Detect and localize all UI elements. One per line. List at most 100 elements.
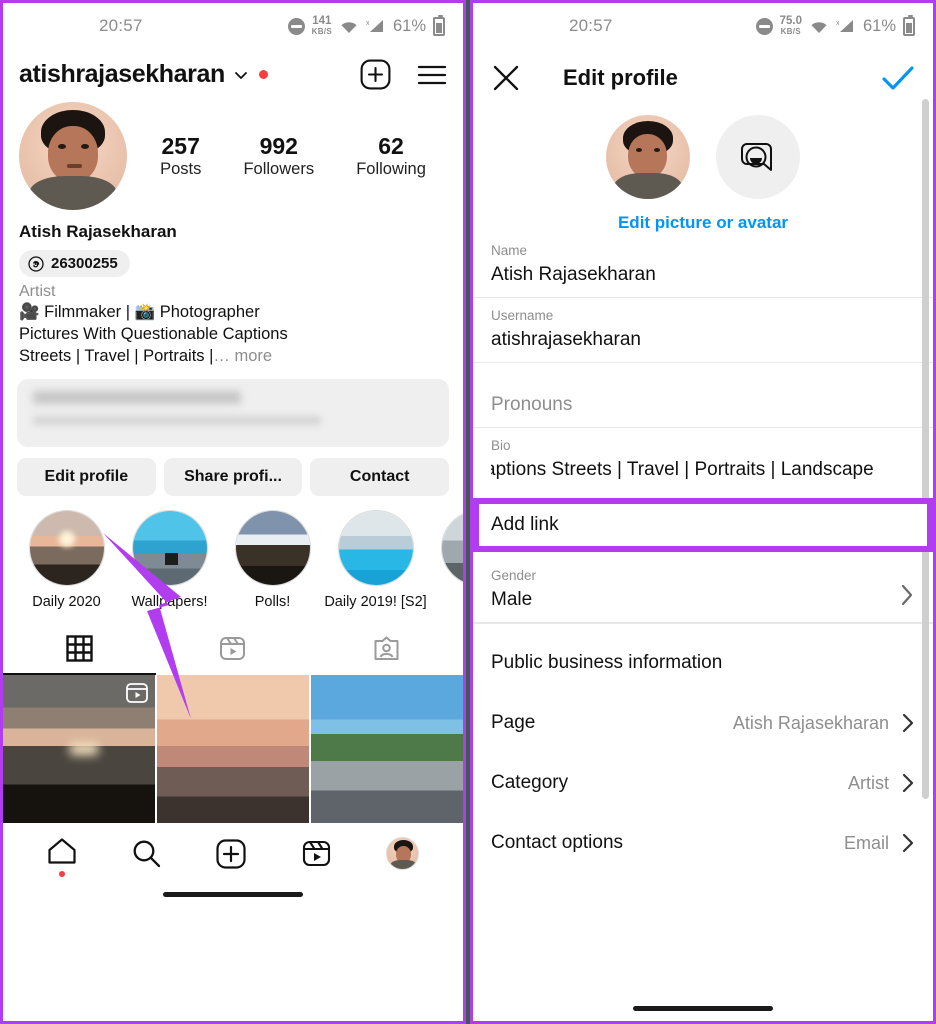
edit-picture-link[interactable]: Edit picture or avatar — [473, 213, 933, 233]
posts-grid — [3, 675, 463, 824]
notification-dot — [258, 70, 268, 79]
bio-more-link[interactable]: … more — [213, 347, 272, 365]
status-bar-right: 20:57 75.0 KB/S x 61% — [473, 3, 933, 49]
profile-action-buttons: Edit profile Share profi... Contact — [3, 447, 463, 497]
stat-posts[interactable]: 257 Posts — [160, 133, 201, 179]
profile-header: atishrajasekharan — [3, 49, 463, 96]
share-profile-button[interactable]: Share profi... — [163, 458, 303, 497]
svg-text:x: x — [366, 20, 370, 27]
highlight-item[interactable]: Wallpapers! — [118, 510, 221, 610]
reels-icon — [220, 637, 246, 661]
nav-home[interactable] — [47, 837, 77, 878]
row-category[interactable]: Category Artist — [473, 753, 933, 813]
nav-reels-icon[interactable] — [302, 839, 331, 868]
profile-username[interactable]: atishrajasekharan — [19, 60, 225, 89]
bio-input[interactable]: aptions Streets | Travel | Portraits | L… — [491, 453, 915, 492]
hamburger-menu-icon[interactable] — [417, 64, 447, 86]
home-icon — [48, 838, 76, 864]
battery-icon — [903, 14, 915, 36]
bio-block: Atish Rajasekharan 26300255 Artist 🎥 Fil… — [3, 210, 463, 367]
plus-square-icon[interactable] — [360, 59, 391, 90]
status-bar-left: 20:57 141 KB/S x 61% — [3, 3, 463, 49]
cellular-signal-icon: x — [366, 20, 383, 32]
avatar-section — [473, 115, 933, 199]
stats-row: 257 Posts 992 Followers 62 Following — [3, 96, 463, 210]
row-contact-options[interactable]: Contact options Email — [473, 813, 933, 873]
home-indicator-right — [633, 1006, 773, 1011]
threads-badge[interactable]: 26300255 — [19, 250, 130, 277]
add-link-row[interactable]: Add link — [473, 498, 933, 552]
row-page[interactable]: Page Atish Rajasekharan — [473, 693, 933, 753]
create-post-icon[interactable] — [216, 839, 247, 869]
profile-full-name: Atish Rajasekharan — [19, 222, 177, 241]
network-speed-indicator: 75.0 KB/S — [779, 15, 802, 36]
field-name[interactable]: Name Atish Rajasekharan — [473, 233, 933, 298]
nav-profile-avatar[interactable] — [386, 837, 420, 871]
battery-icon — [433, 14, 445, 36]
field-username[interactable]: Username atishrajasekharan — [473, 298, 933, 363]
field-bio[interactable]: Bio aptions Streets | Travel | Portraits… — [473, 428, 933, 492]
close-x-icon[interactable] — [491, 63, 521, 93]
highlight-item[interactable]: Polls! — [221, 510, 324, 610]
stat-followers[interactable]: 992 Followers — [243, 133, 314, 179]
field-gender[interactable]: Gender Male — [473, 558, 933, 623]
profile-category: Artist — [19, 283, 56, 300]
post-cell[interactable] — [311, 675, 463, 824]
gender-value: Male — [491, 589, 533, 610]
battery-percent: 61% — [392, 16, 426, 35]
tab-reels[interactable] — [156, 626, 309, 675]
avatar-option-button[interactable] — [716, 115, 800, 199]
username-input[interactable]: atishrajasekharan — [491, 323, 915, 362]
do-not-disturb-icon — [287, 17, 305, 35]
tab-grid[interactable] — [3, 626, 157, 676]
edit-profile-header: Edit profile — [473, 49, 933, 109]
story-highlights-row: Daily 2020 Wallpapers! Polls! Daily 2019… — [3, 496, 463, 610]
chevron-down-icon[interactable] — [234, 68, 248, 82]
grid-icon — [66, 635, 93, 663]
pronouns-input[interactable]: Pronouns — [491, 388, 915, 427]
check-icon[interactable] — [881, 64, 915, 92]
network-speed-indicator: 141 KB/S — [311, 15, 332, 36]
chevron-right-icon — [901, 584, 913, 606]
current-profile-picture[interactable] — [606, 115, 690, 199]
search-icon[interactable] — [132, 839, 161, 868]
threads-count: 26300255 — [51, 255, 118, 272]
highlight-item[interactable]: Daily 2020 — [15, 510, 118, 610]
battery-percent: 61% — [862, 16, 896, 35]
chevron-right-icon — [902, 773, 914, 793]
stat-following[interactable]: 62 Following — [356, 133, 426, 179]
tagged-icon — [374, 636, 399, 661]
edit-profile-button[interactable]: Edit profile — [17, 458, 156, 497]
contact-button[interactable]: Contact — [310, 458, 450, 497]
right-phone-panel: 20:57 75.0 KB/S x 61% Edit profile Edit … — [470, 0, 936, 1024]
chevron-right-icon — [902, 713, 914, 733]
professional-dashboard-card[interactable] — [17, 379, 449, 448]
svg-text:x: x — [836, 20, 840, 27]
tab-tagged[interactable] — [310, 626, 463, 675]
post-cell[interactable] — [157, 675, 309, 824]
section-separator — [473, 623, 933, 633]
wifi-icon — [341, 22, 357, 33]
bio-line-1: 🎥 Filmmaker | 📸 Photographer — [19, 303, 260, 321]
highlight-item[interactable]: Daily 2019! [S2] — [324, 510, 427, 610]
dashboard-title-blurred — [33, 391, 241, 405]
screenshot-stage: 20:57 141 KB/S x 61% atishrajasekharan 2… — [0, 0, 936, 1024]
home-indicator-left — [163, 892, 303, 898]
highlight-item[interactable]: C — [427, 510, 463, 610]
field-pronouns[interactable]: Pronouns — [473, 363, 933, 428]
vertical-scrollbar[interactable] — [922, 99, 929, 799]
home-notification-dot — [58, 871, 65, 878]
profile-avatar[interactable] — [19, 102, 127, 210]
reels-badge-icon — [126, 683, 148, 704]
dashboard-subtitle-blurred — [33, 416, 321, 426]
cellular-signal-icon: x — [836, 20, 853, 32]
avatar-face-icon — [741, 143, 772, 171]
post-cell[interactable] — [3, 675, 155, 824]
public-business-information-title: Public business information — [491, 652, 723, 673]
left-phone-panel: 20:57 141 KB/S x 61% atishrajasekharan 2… — [0, 0, 466, 1024]
bio-line-3: Streets | Travel | Portraits |… more — [19, 347, 273, 366]
threads-icon — [28, 255, 44, 272]
profile-tabs — [3, 626, 463, 676]
bottom-navigation — [3, 823, 463, 880]
name-input[interactable]: Atish Rajasekharan — [491, 258, 915, 297]
